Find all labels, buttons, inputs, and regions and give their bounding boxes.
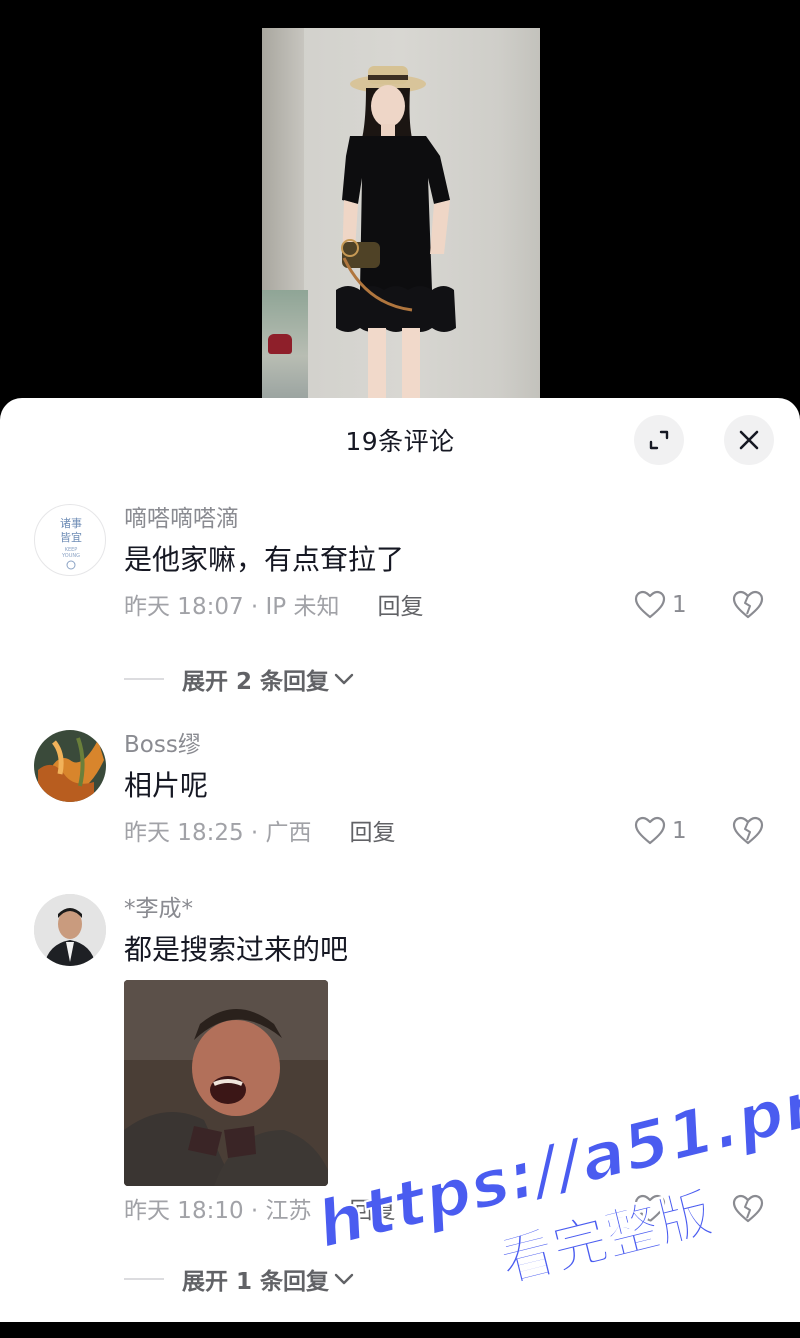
like-button[interactable]: 1 [634,816,687,846]
comment-meta: 昨天 18:10 · 江苏 回复 [124,1196,396,1226]
expand-divider [124,1278,164,1280]
avatar[interactable] [34,730,106,802]
video-woman-figure [336,66,456,400]
close-icon [739,430,759,450]
comment-time-location: 昨天 18:07 · IP 未知 [124,594,340,620]
avatar-image: 诸事 皆宜 KEEP YOUNG [60,517,82,570]
like-count: 1 [672,592,687,618]
expand-replies-label: 展开 2 条回复 [182,669,330,695]
expand-replies-button[interactable]: 展开 1 条回复 [124,1262,355,1296]
expand-icon [649,430,669,450]
comment-time-location: 昨天 18:10 · 江苏 [124,1198,312,1224]
comment-image[interactable] [124,980,328,1186]
comment-text: 都是搜索过来的吧 [124,933,349,966]
expand-divider [124,678,164,680]
comment-text: 是他家嘛，有点耷拉了 [124,543,405,576]
dislike-button[interactable] [732,816,764,850]
laughing-man-sticker [124,980,328,1186]
comment-text: 相片呢 [124,769,209,802]
close-button[interactable] [724,415,774,465]
reply-button[interactable]: 回复 [350,820,396,846]
comment-meta: 昨天 18:07 · IP 未知 回复 [124,592,424,622]
comment-sheet: 19条评论 诸事 皆宜 KEEP YOUNG 嘀嗒嘀嗒滴 是他家嘛，有点耷拉了 … [0,398,800,1322]
avatar-text-line4: YOUNG [61,553,80,559]
dislike-button[interactable] [732,590,764,624]
comment-item: Boss缪 相片呢 昨天 18:25 · 广西 回复 1 [0,730,800,860]
sheet-header: 19条评论 [0,398,800,482]
chevron-down-icon [334,673,354,685]
heart-outline-icon [634,816,666,845]
heart-outline-icon [634,590,666,619]
expand-button[interactable] [634,415,684,465]
broken-heart-icon [732,816,764,845]
expand-replies-button[interactable]: 展开 2 条回复 [124,662,355,696]
like-button[interactable]: 1 [634,590,687,620]
avatar-text-line1: 诸事 [60,517,82,530]
dislike-button[interactable] [732,1194,764,1228]
expand-replies-label: 展开 1 条回复 [182,1269,330,1295]
chevron-down-icon [334,1273,354,1285]
comment-item: 诸事 皆宜 KEEP YOUNG 嘀嗒嘀嗒滴 是他家嘛，有点耷拉了 昨天 18:… [0,504,800,696]
comment-username[interactable]: Boss缪 [124,730,770,760]
reply-button[interactable]: 回复 [350,1198,396,1224]
like-button[interactable] [634,1194,666,1224]
avatar-text-line2: 皆宜 [60,530,82,544]
broken-heart-icon [732,590,764,619]
avatar-image [34,894,106,966]
heart-outline-icon [634,1194,666,1223]
avatar[interactable]: 诸事 皆宜 KEEP YOUNG [34,504,106,576]
like-count: 1 [672,818,687,844]
comment-time-location: 昨天 18:25 · 广西 [124,820,312,846]
avatar-image [34,730,106,802]
comment-item: *李成* 都是搜索过来的吧 昨天 18:10 · 江苏 回复 展开 1 条回复 [0,894,800,1314]
broken-heart-icon [732,1194,764,1223]
video-frame [262,28,540,400]
video-player[interactable] [0,0,800,420]
reply-button[interactable]: 回复 [378,594,424,620]
avatar[interactable] [34,894,106,966]
comment-username[interactable]: *李成* [124,894,770,924]
comment-meta: 昨天 18:25 · 广西 回复 [124,818,396,848]
comment-username[interactable]: 嘀嗒嘀嗒滴 [124,504,770,534]
